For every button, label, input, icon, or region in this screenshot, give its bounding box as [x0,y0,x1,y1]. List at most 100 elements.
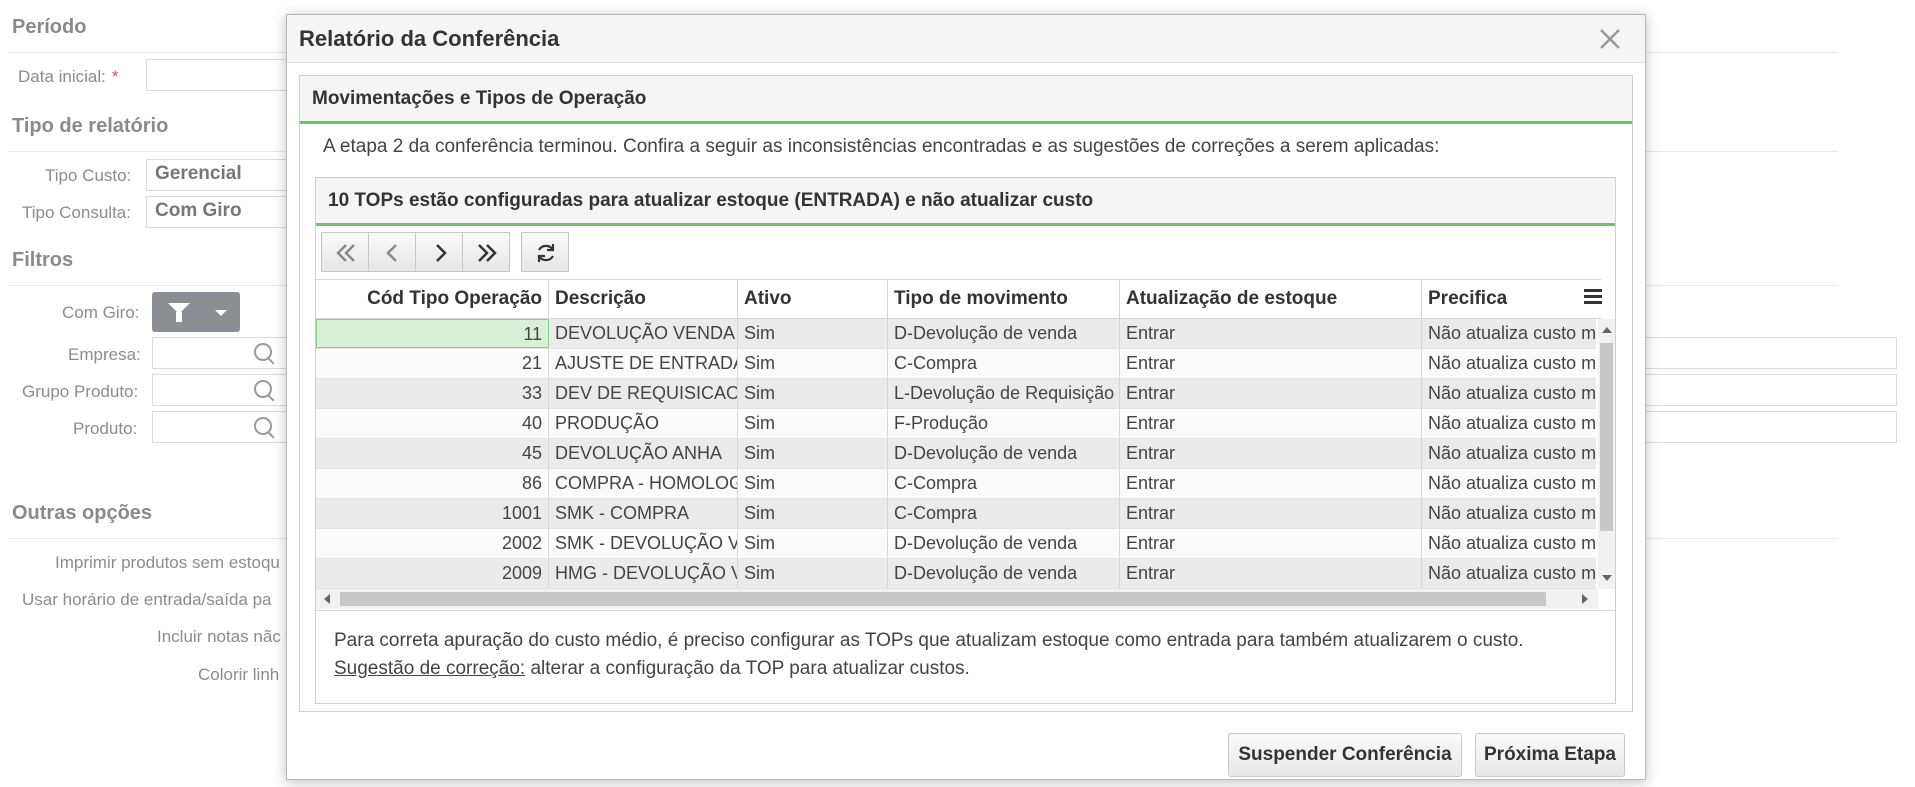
column-header[interactable]: Precifica [1422,280,1582,318]
vertical-scrollbar[interactable] [1598,319,1615,589]
ativo-cell[interactable]: Sim [738,379,888,408]
precifica-cell[interactable]: Não atualiza custo m [1422,499,1596,528]
scroll-right-icon[interactable] [1582,594,1588,604]
scroll-thumb[interactable] [340,592,1546,606]
ativo-cell[interactable]: Sim [738,349,888,378]
scroll-thumb[interactable] [1600,343,1613,531]
descricao-cell[interactable]: SMK - COMPRA [549,499,738,528]
column-header[interactable]: Tipo de movimento [888,280,1120,318]
precifica-cell[interactable]: Não atualiza custo m [1422,319,1596,348]
descricao-cell[interactable]: SMK - DEVOLUÇÃO V [549,529,738,558]
descricao-cell[interactable]: HMG - DEVOLUÇÃO V [549,559,738,588]
tipo-cell[interactable]: D-Devolução de venda [888,439,1120,468]
suspend-conference-button[interactable]: Suspender Conferência [1228,733,1462,777]
tipo-cell[interactable]: L-Devolução de Requisição [888,379,1120,408]
column-header[interactable]: Ativo [738,280,888,318]
tipo-cell[interactable]: F-Produção [888,409,1120,438]
column-header[interactable]: Atualização de estoque [1120,280,1422,318]
scroll-left-icon[interactable] [324,594,330,604]
precifica-cell[interactable]: Não atualiza custo m [1422,409,1596,438]
first-page-button[interactable] [321,232,369,272]
filtros-title: Filtros [12,249,74,271]
atualizacao-cell[interactable]: Entrar [1120,349,1422,378]
descricao-cell[interactable]: COMPRA - HOMOLOG [549,469,738,498]
tipo-cell[interactable]: C-Compra [888,349,1120,378]
cod-cell[interactable]: 86 [316,469,549,498]
atualizacao-cell[interactable]: Entrar [1120,469,1422,498]
cod-cell[interactable]: 33 [316,379,549,408]
tipo-cell[interactable]: C-Compra [888,469,1120,498]
filter-dropdown-button[interactable] [152,292,240,332]
close-icon[interactable] [1598,27,1622,51]
refresh-button[interactable] [521,232,569,272]
ativo-cell[interactable]: Sim [738,559,888,588]
ativo-cell[interactable]: Sim [738,439,888,468]
tipo-cell[interactable]: D-Devolução de venda [888,529,1120,558]
ativo-cell[interactable]: Sim [738,529,888,558]
precifica-cell[interactable]: Não atualiza custo m [1422,439,1596,468]
ativo-cell[interactable]: Sim [738,499,888,528]
cod-cell[interactable]: 45 [316,439,549,468]
atualizacao-cell[interactable]: Entrar [1120,559,1422,588]
data-inicial-field[interactable] [146,59,296,91]
cod-cell[interactable]: 40 [316,409,549,438]
next-step-button[interactable]: Próxima Etapa [1475,733,1625,777]
descricao-cell[interactable]: DEVOLUÇÃO VENDA [549,319,738,348]
descricao-cell[interactable]: AJUSTE DE ENTRADA [549,349,738,378]
tipo-cell[interactable]: D-Devolução de venda [888,559,1120,588]
column-header[interactable]: Cód Tipo Operação [316,280,549,318]
table-row[interactable]: 21 AJUSTE DE ENTRADA Sim C-Compra Entrar… [316,349,1596,379]
table-row[interactable]: 2002 SMK - DEVOLUÇÃO V Sim D-Devolução d… [316,529,1596,559]
atualizacao-cell[interactable]: Entrar [1120,319,1422,348]
precifica-cell[interactable]: Não atualiza custo m [1422,379,1596,408]
tipo-cell[interactable]: C-Compra [888,499,1120,528]
precifica-cell[interactable]: Não atualiza custo m [1422,469,1596,498]
table-row[interactable]: 45 DEVOLUÇÃO ANHA Sim D-Devolução de ven… [316,439,1596,469]
tipo-cell[interactable]: D-Devolução de venda [888,319,1120,348]
ativo-cell[interactable]: Sim [738,469,888,498]
search-icon[interactable] [254,343,272,361]
ativo-cell[interactable]: Sim [738,409,888,438]
search-icon[interactable] [254,417,272,435]
tipo-custo-select[interactable]: Gerencial [146,159,296,191]
atualizacao-cell[interactable]: Entrar [1120,439,1422,468]
precifica-cell[interactable]: Não atualiza custo m [1422,529,1596,558]
last-page-button[interactable] [462,232,510,272]
descricao-cell[interactable]: DEVOLUÇÃO ANHA [549,439,738,468]
cod-cell[interactable]: 21 [316,349,549,378]
precifica-cell[interactable]: Não atualiza custo m [1422,559,1596,588]
table-row[interactable]: 1001 SMK - COMPRA Sim C-Compra Entrar Nã… [316,499,1596,529]
descricao-cell[interactable]: PRODUÇÃO [549,409,738,438]
atualizacao-cell[interactable]: Entrar [1120,379,1422,408]
cod-cell[interactable]: 2002 [316,529,549,558]
atualizacao-cell[interactable]: Entrar [1120,529,1422,558]
panel-title: Movimentações e Tipos de Operação [312,88,647,109]
cod-cell[interactable]: 1001 [316,499,549,528]
scroll-down-icon[interactable] [1602,575,1612,581]
horizontal-scrollbar[interactable] [316,589,1598,609]
column-menu-icon[interactable] [1584,289,1602,309]
table-row[interactable]: 33 DEV DE REQUISICAO Sim L-Devolução de … [316,379,1596,409]
descricao-cell[interactable]: DEV DE REQUISICAO [549,379,738,408]
tipo-consulta-select[interactable]: Com Giro [146,196,296,228]
issue-title: 10 TOPs estão configuradas para atualiza… [328,190,1094,211]
suggestion-label: Sugestão de correção: [334,658,526,679]
search-icon[interactable] [254,380,272,398]
required-mark: * [111,67,119,86]
table-row[interactable]: 40 PRODUÇÃO Sim F-Produção Entrar Não at… [316,409,1596,439]
grid-body: 11 DEVOLUÇÃO VENDA Sim D-Devolução de ve… [316,319,1596,589]
table-row[interactable]: 11 DEVOLUÇÃO VENDA Sim D-Devolução de ve… [316,319,1596,349]
column-header[interactable]: Descrição [549,280,738,318]
ativo-cell[interactable]: Sim [738,319,888,348]
precifica-cell[interactable]: Não atualiza custo m [1422,349,1596,378]
prev-page-button[interactable] [368,232,416,272]
table-row[interactable]: 2009 HMG - DEVOLUÇÃO V Sim D-Devolução d… [316,559,1596,589]
table-row[interactable]: 86 COMPRA - HOMOLOG Sim C-Compra Entrar … [316,469,1596,499]
scroll-up-icon[interactable] [1602,327,1612,333]
next-page-button[interactable] [415,232,463,272]
cod-cell[interactable]: 2009 [316,559,549,588]
atualizacao-cell[interactable]: Entrar [1120,499,1422,528]
data-inicial-label: Data inicial: * [18,67,119,86]
cod-cell[interactable]: 11 [316,319,549,348]
atualizacao-cell[interactable]: Entrar [1120,409,1422,438]
